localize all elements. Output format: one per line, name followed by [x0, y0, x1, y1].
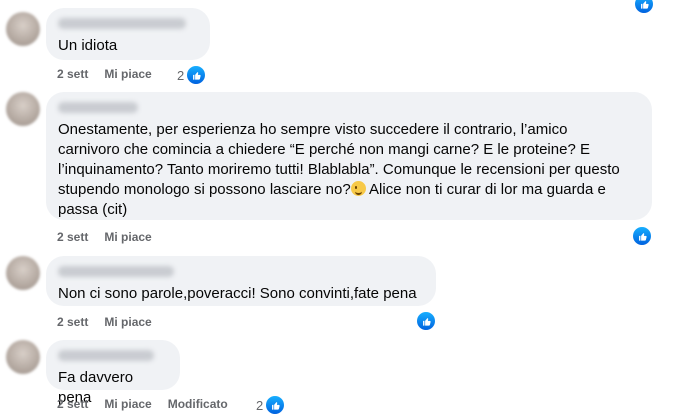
thumbs-up-icon: [634, 0, 654, 14]
comment-text: Onestamente, per esperienza ho sempre vi…: [58, 120, 640, 220]
comment-actions: 2 sett Mi piace Modificato: [57, 397, 228, 411]
comment-actions: 2 sett Mi piace: [57, 67, 152, 81]
timestamp[interactable]: 2 sett: [57, 67, 88, 81]
thumbs-up-icon: [416, 311, 436, 331]
comment-text: Un idiota: [58, 37, 118, 54]
avatar[interactable]: [6, 12, 40, 46]
timestamp[interactable]: 2 sett: [57, 230, 88, 244]
author-name-redacted[interactable]: [58, 102, 138, 113]
thumbs-up-icon: [632, 226, 652, 246]
edited-label[interactable]: Modificato: [168, 397, 228, 411]
timestamp[interactable]: 2 sett: [57, 315, 88, 329]
author-name-redacted[interactable]: [58, 18, 186, 29]
reaction-count[interactable]: [632, 226, 652, 246]
comment-actions: 2 sett Mi piace: [57, 315, 152, 329]
reaction-count[interactable]: 2: [256, 395, 286, 415]
top-like-reaction-icon: [634, 0, 654, 15]
like-button[interactable]: Mi piace: [104, 315, 151, 329]
author-name-redacted[interactable]: [58, 266, 174, 277]
avatar[interactable]: [6, 340, 40, 374]
reaction-number: 2: [256, 397, 264, 413]
comment-text: Non ci sono parole,poveracci! Sono convi…: [58, 285, 417, 302]
comment-actions: 2 sett Mi piace: [57, 230, 152, 244]
timestamp[interactable]: 2 sett: [57, 397, 88, 411]
comment-bubble: Onestamente, per esperienza ho sempre vi…: [46, 92, 652, 220]
thumbs-up-icon: [186, 65, 207, 85]
reaction-number: 2: [177, 67, 185, 83]
like-button[interactable]: Mi piace: [104, 397, 151, 411]
reaction-count[interactable]: [416, 311, 436, 331]
reaction-count[interactable]: 2: [177, 65, 207, 85]
comment-bubble: Fa davvero pena: [46, 340, 180, 406]
comment-bubble: Un idiota: [46, 8, 210, 60]
author-name-redacted[interactable]: [58, 350, 154, 361]
like-button[interactable]: Mi piace: [104, 230, 151, 244]
like-button[interactable]: Mi piace: [104, 67, 151, 81]
avatar[interactable]: [6, 92, 40, 126]
winking-face-icon: [350, 181, 366, 196]
thumbs-up-icon: [265, 395, 286, 415]
avatar[interactable]: [6, 256, 40, 290]
comment-bubble: Non ci sono parole,poveracci! Sono convi…: [46, 256, 436, 306]
